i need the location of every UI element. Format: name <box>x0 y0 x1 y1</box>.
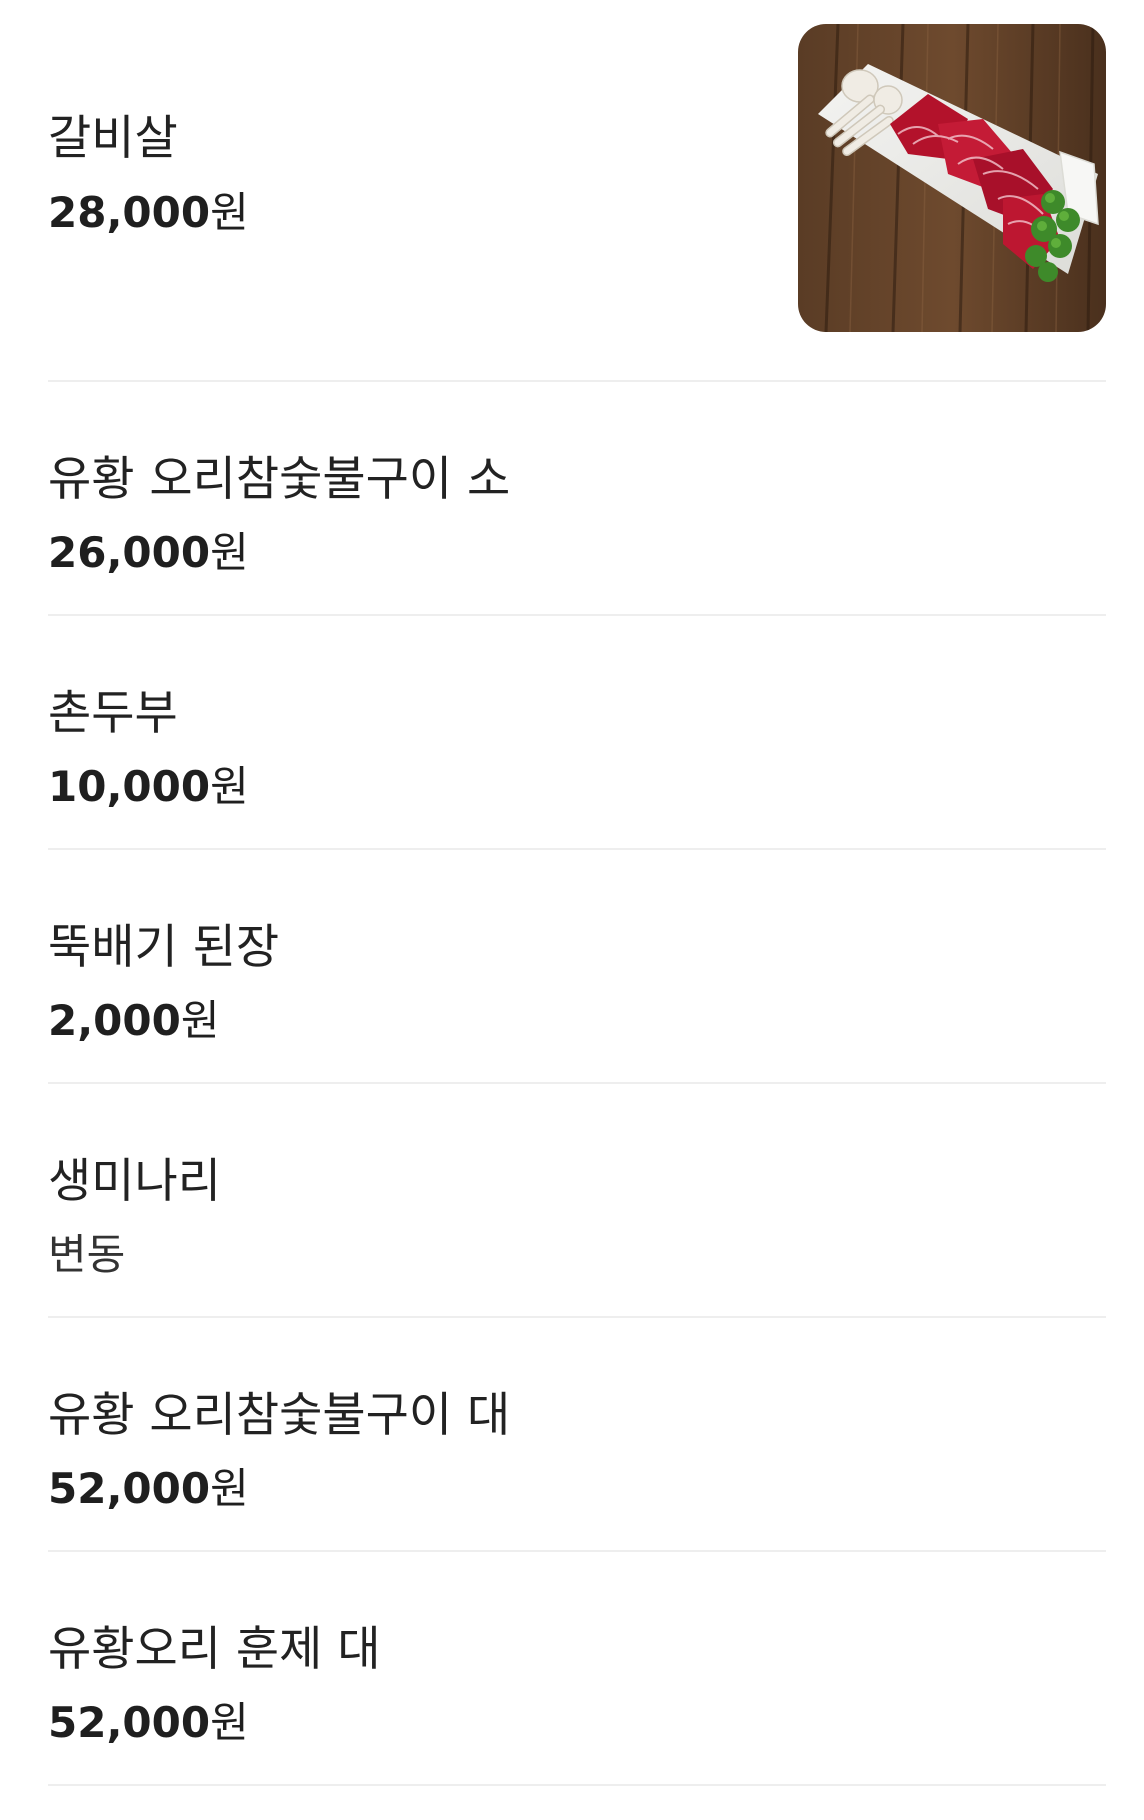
menu-item[interactable]: 갈비살 28,000원 <box>48 0 1106 382</box>
menu-item[interactable]: 유황오리 훈제 대 52,000원 <box>48 1552 1106 1786</box>
menu-item-name: 촌두부 <box>48 686 178 741</box>
price-unit: 원 <box>210 762 249 811</box>
price-unit: 원 <box>210 528 249 577</box>
menu-item-price: 26,000원 <box>48 528 249 577</box>
menu-item-name: 뚝배기 된장 <box>48 920 280 975</box>
menu-item-price: 2,000원 <box>48 996 220 1045</box>
menu-item[interactable]: 유황 오리참숯불구이 소 26,000원 <box>48 382 1106 616</box>
menu-item-price: 52,000원 <box>48 1698 249 1747</box>
price-unit: 원 <box>210 1698 249 1747</box>
menu-item-price-variable: 변동 <box>48 1230 126 1279</box>
price-amount: 26,000 <box>48 528 211 577</box>
menu-item-name: 생미나리 <box>48 1154 221 1209</box>
price-amount: 10,000 <box>48 762 211 811</box>
price-unit: 원 <box>210 1464 249 1513</box>
menu-item-name: 유황 오리참숯불구이 소 <box>48 452 511 507</box>
beef-platter-image <box>798 24 1106 332</box>
menu-item[interactable]: 촌두부 10,000원 <box>48 616 1106 850</box>
menu-item-photo[interactable] <box>798 24 1106 332</box>
price-amount: 52,000 <box>48 1698 211 1747</box>
menu-list: 갈비살 28,000원 유황 오리참숯불구이 소 26,000원 촌두부 10,… <box>48 0 1106 1786</box>
price-unit: 원 <box>210 188 249 237</box>
menu-item-name: 갈비살 <box>48 111 178 166</box>
price-amount: 52,000 <box>48 1464 211 1513</box>
menu-item-name: 유황오리 훈제 대 <box>48 1622 381 1677</box>
price-unit: 원 <box>180 996 220 1045</box>
menu-item-price: 52,000원 <box>48 1464 249 1513</box>
menu-item[interactable]: 생미나리 변동 <box>48 1084 1106 1318</box>
menu-item-price: 28,000원 <box>48 188 249 237</box>
menu-item[interactable]: 유황 오리참숯불구이 대 52,000원 <box>48 1318 1106 1552</box>
menu-item-price: 10,000원 <box>48 762 249 811</box>
menu-item-name: 유황 오리참숯불구이 대 <box>48 1388 511 1443</box>
price-amount: 2,000 <box>48 996 181 1045</box>
price-amount: 28,000 <box>48 188 211 237</box>
menu-item[interactable]: 뚝배기 된장 2,000원 <box>48 850 1106 1084</box>
